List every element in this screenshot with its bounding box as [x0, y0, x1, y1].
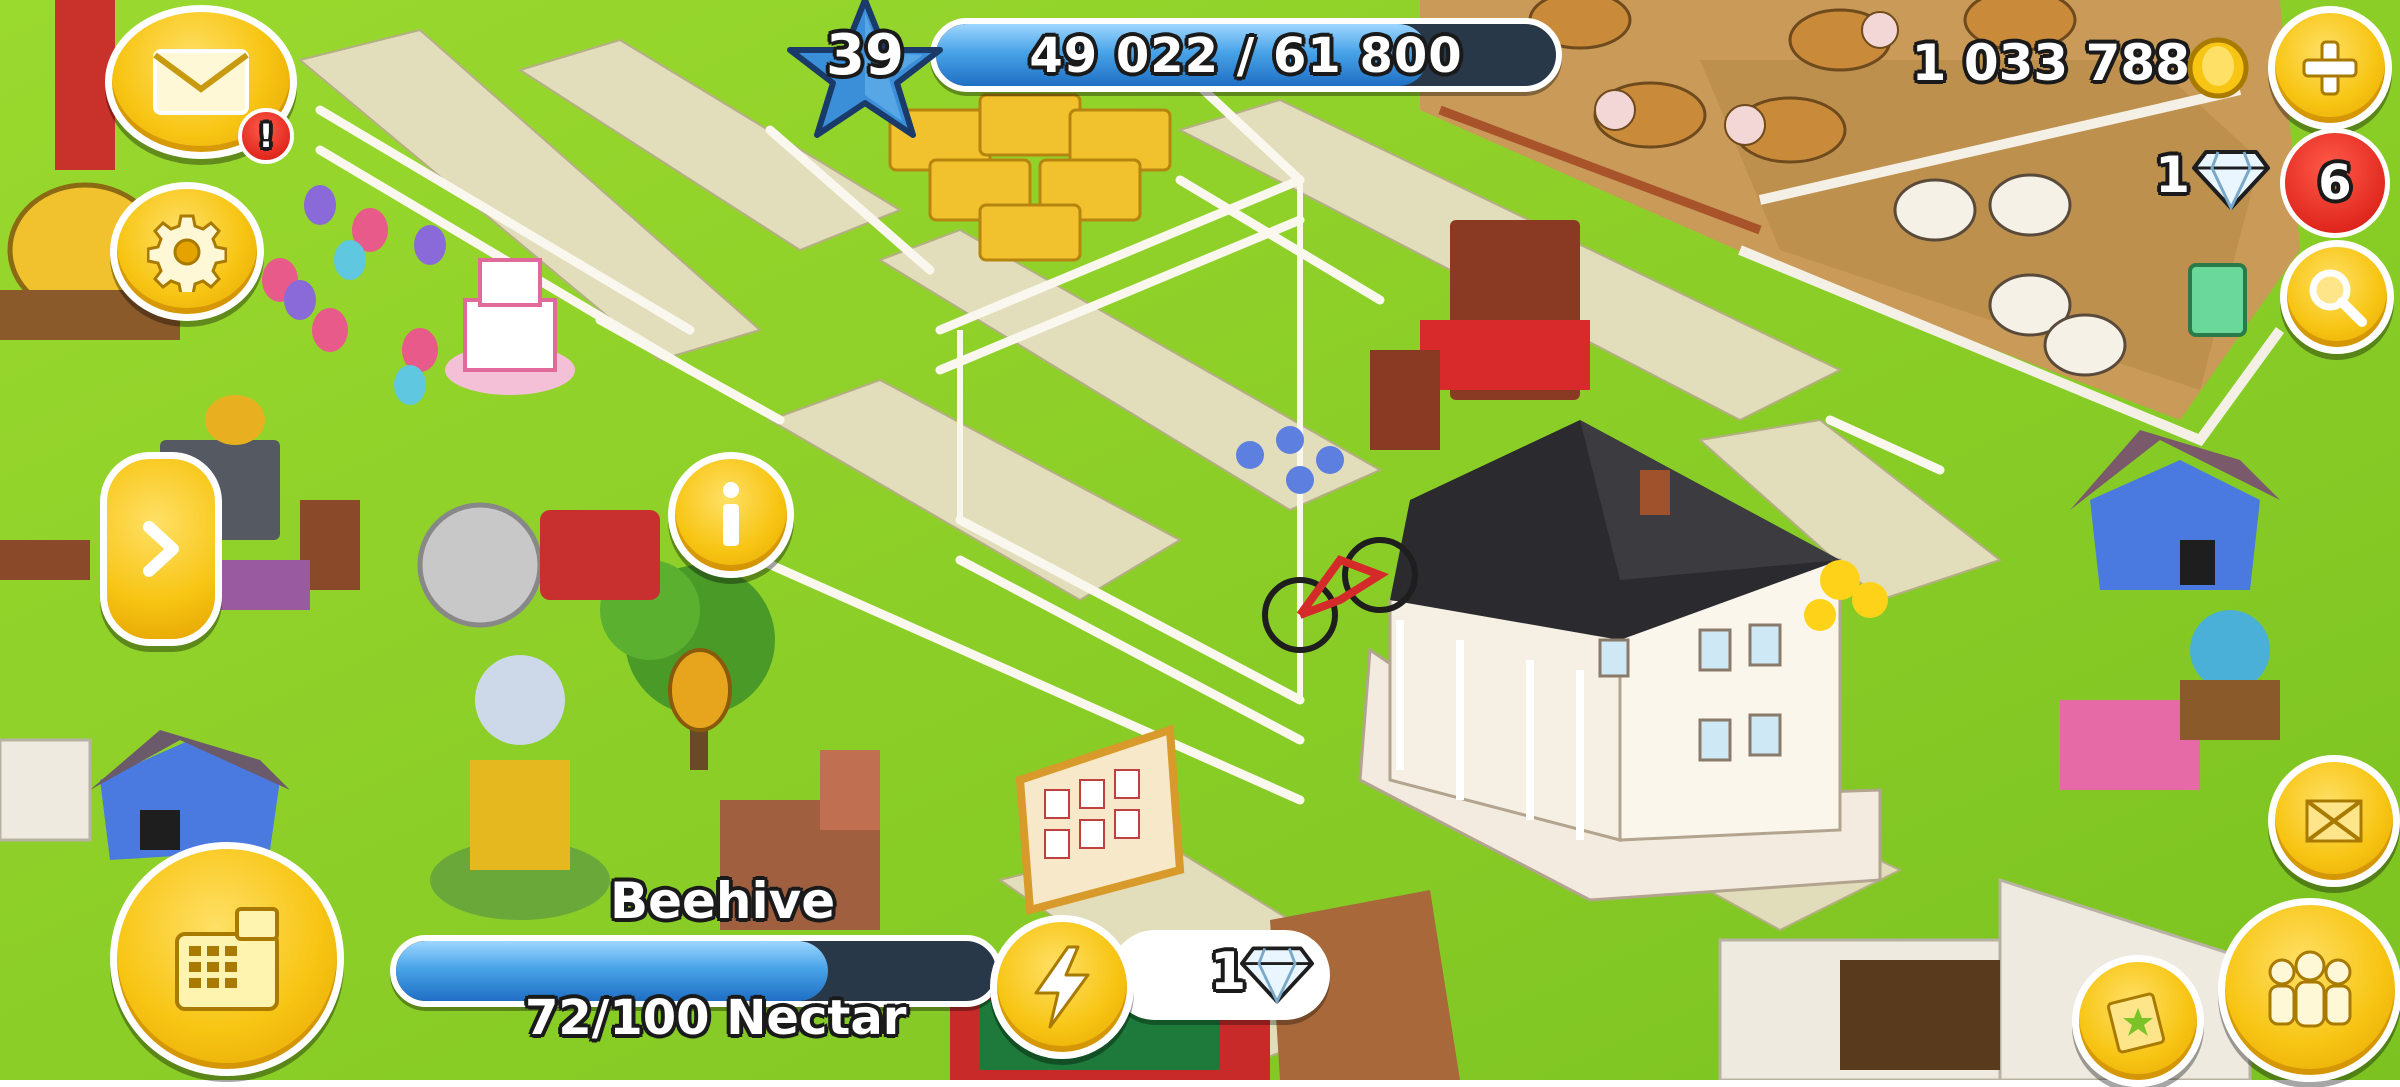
diamonds-display: 1: [2100, 140, 2270, 220]
mail-alert-badge: !: [238, 108, 294, 164]
add-coins-button[interactable]: [2268, 6, 2392, 130]
plus-icon: [2302, 40, 2358, 96]
lightning-icon: [1034, 945, 1090, 1029]
settings-button[interactable]: [110, 182, 264, 321]
veggie-plot: [1840, 960, 2000, 1070]
diamond-icon: [1240, 946, 1314, 1004]
beehive-progress-text: 72/100 Nectar: [525, 990, 907, 1046]
search-button[interactable]: [2280, 240, 2394, 354]
expand-panel-button[interactable]: [100, 452, 222, 646]
expansion-button[interactable]: [2268, 755, 2400, 887]
cash-register-icon: [175, 907, 279, 1011]
notifications-badge[interactable]: 6: [2280, 128, 2390, 238]
scrapbook-icon: [2106, 992, 2166, 1054]
level-number: 39: [826, 23, 904, 88]
friends-button[interactable]: [2218, 898, 2400, 1082]
diamonds-amount: 1: [2155, 146, 2190, 204]
green-ticket[interactable]: [2188, 263, 2247, 337]
info-icon: [723, 482, 739, 546]
collection-button[interactable]: [2072, 955, 2204, 1087]
shop-button[interactable]: [110, 842, 344, 1076]
coins-display: 1 033 788: [1900, 30, 2250, 110]
xp-text: 49 022 / 61 800: [1029, 28, 1463, 84]
info-button[interactable]: [668, 452, 794, 578]
friends-icon: [2268, 950, 2352, 1028]
notifications-count: 6: [2318, 155, 2352, 211]
speedup-cost-panel[interactable]: 1: [1110, 930, 1330, 1020]
magnifier-icon: [2309, 269, 2367, 327]
expand-arrows-icon: [2305, 799, 2363, 843]
chevron-right-icon: [143, 521, 179, 577]
mail-alert-mark: !: [258, 117, 274, 155]
coin-icon: [2187, 37, 2249, 99]
gear-icon: [147, 214, 227, 292]
level-star[interactable]: 39: [785, 0, 945, 145]
coins-amount: 1 033 788: [1911, 34, 2190, 92]
building-name: Beehive: [610, 872, 836, 930]
speedup-button[interactable]: [990, 915, 1134, 1059]
xp-bar[interactable]: 49 022 / 61 800: [930, 18, 1562, 92]
diamond-icon: [2192, 150, 2270, 210]
envelope-icon: [153, 49, 249, 115]
farm-scene: [0, 0, 2400, 1080]
